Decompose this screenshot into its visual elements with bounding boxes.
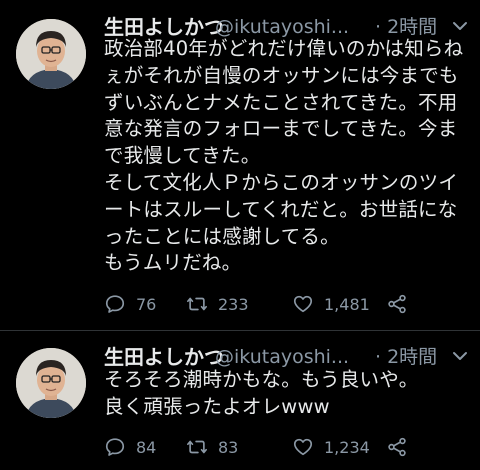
tweet-actions: 84 83 1,234 bbox=[104, 433, 424, 461]
retweet-icon bbox=[186, 436, 208, 458]
reply-button[interactable]: 84 bbox=[104, 433, 156, 461]
tweet[interactable]: 生田よしかつ @ikutayoshi... · 2時間 政治部40年がどれだけ偉… bbox=[0, 0, 480, 330]
reply-button[interactable]: 76 bbox=[104, 290, 156, 318]
like-button[interactable]: 1,481 bbox=[292, 290, 370, 318]
heart-icon bbox=[292, 436, 314, 458]
tweet-text: 政治部40年がどれだけ偉いのかは知らね ぇがそれが自慢のオッサンには今までも ずいぶ… bbox=[104, 36, 474, 277]
share-button[interactable] bbox=[386, 290, 408, 318]
like-count: 1,481 bbox=[324, 294, 370, 314]
share-icon bbox=[386, 436, 408, 458]
retweet-button[interactable]: 233 bbox=[186, 290, 249, 318]
tweet-text: そろそろ潮時かもな。もう良いや。 良く頑張ったよオレwww bbox=[104, 367, 474, 421]
heart-icon bbox=[292, 293, 314, 315]
tweet[interactable]: 生田よしかつ @ikutayoshi... · 2時間 そろそろ潮時かもな。もう… bbox=[0, 330, 480, 470]
reply-icon bbox=[104, 293, 126, 315]
tweet-text-line: もうムリだね。 bbox=[104, 251, 242, 275]
retweet-icon bbox=[186, 293, 208, 315]
retweet-count: 233 bbox=[218, 294, 249, 314]
tweet-text-line: 政治部40年がどれだけ偉いのかは知らね bbox=[104, 37, 464, 60]
chevron-down-icon[interactable] bbox=[450, 16, 470, 36]
tweet-actions: 76 233 1,481 bbox=[104, 290, 424, 318]
retweet-button[interactable]: 83 bbox=[186, 433, 238, 461]
tweet-text-line: ずいぶんとナメたことされてきた。不用 bbox=[104, 90, 458, 114]
tweet-text-line: そして文化人Ｐからこのオッサンのツイ bbox=[104, 170, 459, 194]
reply-count: 76 bbox=[136, 294, 157, 314]
tweet-text-line: ったことには感謝してる。 bbox=[104, 224, 340, 248]
tweet-text-line: で我慢してきた。 bbox=[104, 144, 261, 168]
tweet-text-line: 意な発言のフォローまでしてきた。今ま bbox=[104, 117, 458, 141]
reply-count: 84 bbox=[136, 437, 157, 457]
tweet-text-line: そろそろ潮時かもな。もう良いや。 bbox=[104, 368, 419, 391]
tweet-text-line: ぇがそれが自慢のオッサンには今までも bbox=[104, 63, 459, 87]
share-icon bbox=[386, 293, 408, 315]
share-button[interactable] bbox=[386, 433, 408, 461]
like-button[interactable]: 1,234 bbox=[292, 433, 370, 461]
tweet-text-line: 良く頑張ったよオレwww bbox=[104, 394, 330, 418]
avatar[interactable] bbox=[16, 19, 86, 89]
tweet-text-line: ートはスルーしてくれだと。お世話にな bbox=[104, 197, 458, 221]
like-count: 1,234 bbox=[324, 437, 370, 457]
reply-icon bbox=[104, 436, 126, 458]
retweet-count: 83 bbox=[218, 437, 239, 457]
avatar[interactable] bbox=[16, 348, 86, 418]
chevron-down-icon[interactable] bbox=[450, 346, 470, 366]
